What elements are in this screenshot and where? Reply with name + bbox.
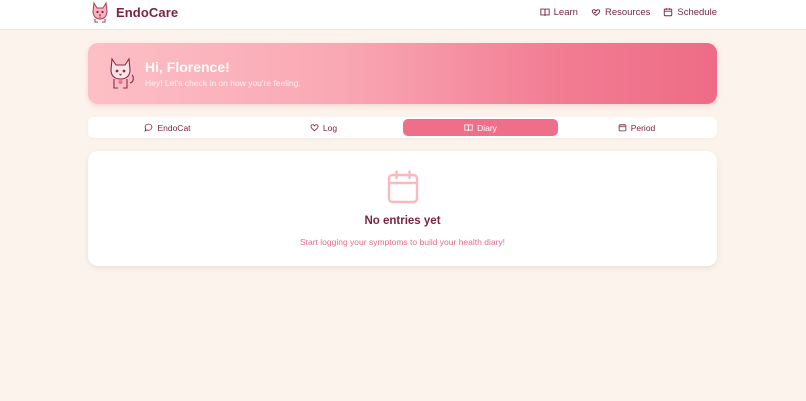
- calendar-icon: [618, 123, 626, 132]
- brand[interactable]: EndoCare: [90, 0, 178, 24]
- diary-card: No entries yet Start logging your sympto…: [88, 151, 717, 266]
- hand-heart-icon: [591, 9, 601, 16]
- tab-period-label: Period: [630, 122, 656, 133]
- welcome-banner: Hi, Florence! Hey! Let's check in on how…: [88, 43, 717, 104]
- tab-period[interactable]: Period: [559, 119, 714, 136]
- book-open-icon: [464, 124, 473, 131]
- tab-bar: EndoCat Log Diary Period: [88, 117, 717, 138]
- brand-name: EndoCare: [116, 4, 179, 20]
- chat-bubble-icon: [144, 123, 153, 132]
- tab-log[interactable]: Log: [246, 119, 401, 136]
- empty-state-subtitle: Start logging your symptoms to build you…: [299, 237, 506, 247]
- tab-endocat-label: EndoCat: [157, 122, 191, 133]
- top-nav: Learn Resources Schedule: [540, 0, 717, 24]
- greeting-subtitle: Hey! Let's check in on how you're feelin…: [145, 78, 301, 88]
- greeting-title: Hi, Florence!: [145, 59, 230, 75]
- tab-log-label: Log: [322, 122, 338, 133]
- nav-resources[interactable]: Resources: [591, 7, 650, 18]
- empty-state-title: No entries yet: [364, 215, 441, 227]
- book-open-icon: [540, 8, 550, 16]
- cat-mascot-icon: [110, 57, 134, 89]
- tab-diary[interactable]: Diary: [403, 119, 558, 136]
- tab-endocat[interactable]: EndoCat: [90, 119, 245, 136]
- heart-icon: [310, 124, 319, 132]
- nav-learn-label: Learn: [553, 6, 578, 18]
- tab-diary-label: Diary: [477, 122, 497, 133]
- nav-resources-label: Resources: [604, 6, 651, 18]
- calendar-icon: [387, 170, 419, 204]
- nav-learn[interactable]: Learn: [540, 7, 578, 18]
- calendar-icon: [664, 8, 673, 17]
- top-navigation-bar: EndoCare Learn Resources Schedule: [0, 0, 806, 30]
- nav-schedule[interactable]: Schedule: [663, 7, 717, 18]
- cat-logo-icon: [92, 1, 108, 23]
- nav-schedule-label: Schedule: [677, 6, 717, 18]
